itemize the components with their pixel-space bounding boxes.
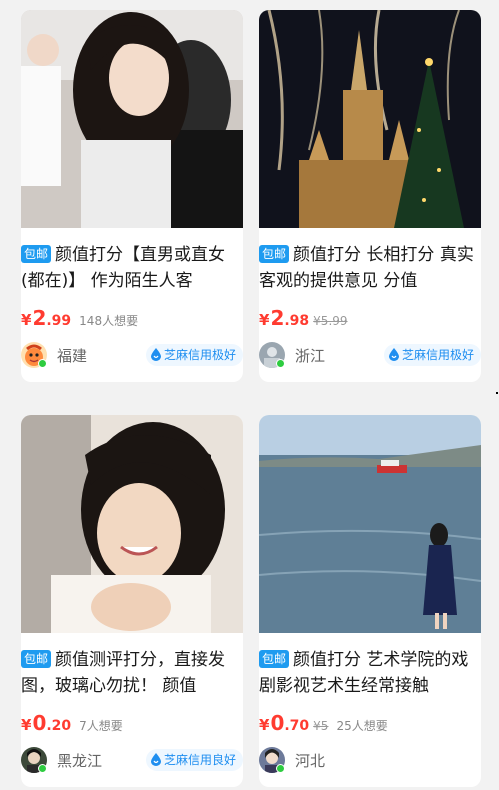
- listing-title-text: 颜值测评打分，直接发图，玻璃心勿扰！ 颜值: [21, 650, 226, 696]
- price-row: ¥2.99 148人想要: [21, 306, 243, 330]
- seller-row[interactable]: 浙江 芝麻信用极好: [259, 342, 481, 370]
- seller-row[interactable]: 河北: [259, 747, 481, 775]
- seller-region: 浙江: [295, 347, 326, 365]
- currency-symbol: ¥: [21, 716, 32, 734]
- price-integer: 0: [270, 711, 285, 735]
- listing-title[interactable]: 包邮 颜值打分【直男或直女(都在)】 作为陌生人客: [21, 242, 243, 294]
- price-row: ¥0.20 7人想要: [21, 711, 243, 735]
- listing-title-text: 颜值打分 艺术学院的戏剧影视艺术生经常接触: [259, 650, 469, 696]
- sesame-credit-icon: [150, 346, 162, 368]
- original-price: ¥5: [313, 719, 329, 733]
- listing-photo[interactable]: [259, 415, 481, 633]
- credit-badge: 芝麻信用良好: [145, 749, 243, 773]
- price-row: ¥2.98 ¥5.99: [259, 306, 481, 330]
- seller-row[interactable]: 黑龙江 芝麻信用良好: [21, 747, 243, 775]
- currency-symbol: ¥: [259, 716, 270, 734]
- listing-title-text: 颜值打分 长相打分 真实客观的提供意见 分值: [259, 245, 474, 291]
- seller-region: 河北: [295, 752, 326, 770]
- currency-symbol: ¥: [259, 311, 270, 329]
- free-shipping-badge: 包邮: [21, 245, 52, 263]
- listing-title[interactable]: 包邮 颜值打分 艺术学院的戏剧影视艺术生经常接触: [259, 647, 481, 699]
- listing-photo[interactable]: [21, 415, 243, 633]
- price-decimal: .70: [284, 718, 310, 734]
- original-price: ¥5.99: [313, 314, 348, 328]
- listing-card[interactable]: 包邮 颜值打分【直男或直女(都在)】 作为陌生人客 ¥2.99 148人想要 福建 …: [21, 10, 243, 382]
- seller-row[interactable]: 福建 芝麻信用极好: [21, 342, 243, 370]
- listing-title-text: 颜值打分【直男或直女(都在)】 作为陌生人客: [21, 245, 226, 291]
- sesame-credit-icon: [150, 751, 162, 773]
- price-integer: 2: [270, 306, 285, 330]
- price-decimal: .99: [46, 313, 72, 329]
- seller-region: 福建: [57, 347, 88, 365]
- sesame-credit-icon: [388, 346, 400, 368]
- listing-photo[interactable]: [21, 10, 243, 228]
- price-integer: 0: [32, 711, 47, 735]
- listing-card[interactable]: 包邮 颜值测评打分，直接发图，玻璃心勿扰！ 颜值 ¥0.20 7人想要 黑龙江 芝麻…: [21, 415, 243, 787]
- online-status-dot: [38, 764, 47, 773]
- want-count: 7人想要: [79, 719, 123, 733]
- listing-card[interactable]: 包邮 颜值打分 长相打分 真实客观的提供意见 分值 ¥2.98 ¥5.99 浙江 芝…: [259, 10, 481, 382]
- listing-title[interactable]: 包邮 颜值打分 长相打分 真实客观的提供意见 分值: [259, 242, 481, 294]
- free-shipping-badge: 包邮: [21, 650, 52, 668]
- want-count: 148人想要: [79, 314, 139, 328]
- free-shipping-badge: 包邮: [259, 650, 290, 668]
- listing-card[interactable]: 包邮 颜值打分 艺术学院的戏剧影视艺术生经常接触 ¥0.70 ¥5 25人想要 河北: [259, 415, 481, 787]
- free-shipping-badge: 包邮: [259, 245, 290, 263]
- credit-label: 芝麻信用极好: [163, 348, 236, 362]
- price-decimal: .98: [284, 313, 310, 329]
- listing-title[interactable]: 包邮 颜值测评打分，直接发图，玻璃心勿扰！ 颜值: [21, 647, 243, 699]
- price-row: ¥0.70 ¥5 25人想要: [259, 711, 481, 735]
- price-decimal: .20: [46, 718, 72, 734]
- want-count: 25人想要: [336, 719, 388, 733]
- seller-region: 黑龙江: [57, 752, 103, 770]
- online-status-dot: [38, 359, 47, 368]
- online-status-dot: [276, 764, 285, 773]
- credit-label: 芝麻信用极好: [401, 348, 474, 362]
- divider-dot: [496, 392, 498, 394]
- price-integer: 2: [32, 306, 47, 330]
- online-status-dot: [276, 359, 285, 368]
- credit-label: 芝麻信用良好: [163, 753, 236, 767]
- listing-photo[interactable]: [259, 10, 481, 228]
- credit-badge: 芝麻信用极好: [145, 344, 243, 368]
- credit-badge: 芝麻信用极好: [383, 344, 481, 368]
- currency-symbol: ¥: [21, 311, 32, 329]
